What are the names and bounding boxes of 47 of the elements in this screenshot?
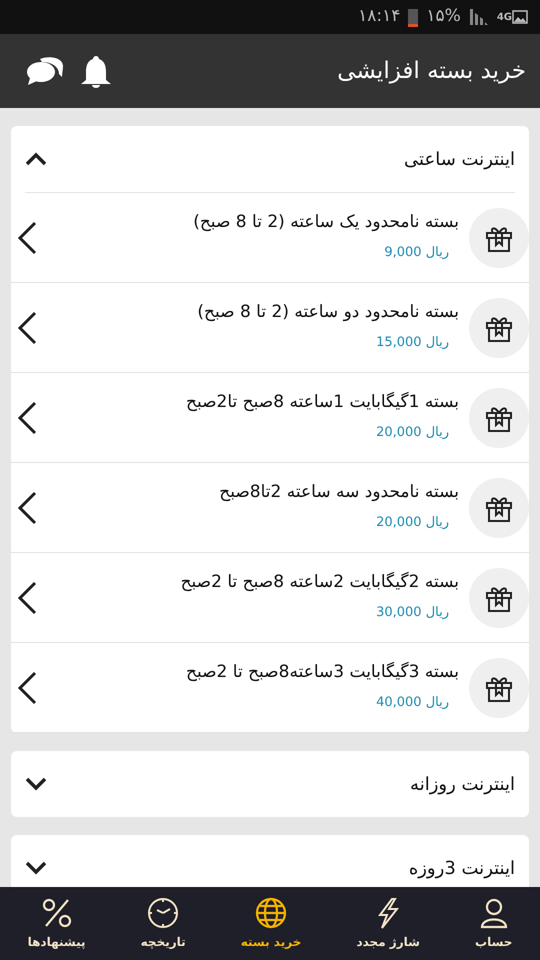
clock-icon [147, 896, 180, 928]
package-row[interactable]: بسته نامحدود سه ساعته 2تا8صبح ریال 20,000 [11, 463, 529, 553]
package-price: ریال 20,000 [376, 424, 449, 442]
package-title: بسته نامحدود دو ساعته (2 تا 8 صبح) [197, 302, 459, 324]
chat-icon[interactable] [26, 55, 64, 87]
globe-icon [255, 896, 288, 928]
package-price: ریال 40,000 [376, 694, 449, 712]
nav-tab[interactable]: خرید بسته [236, 892, 306, 954]
chevron-left-icon [17, 670, 37, 704]
nav-tab[interactable]: شارژ مجدد [352, 892, 424, 954]
battery-percent: ۱۵% [426, 5, 461, 28]
page-title: خرید بسته افزایشی [337, 56, 526, 86]
section-header[interactable]: اینترنت ساعتی [11, 126, 529, 192]
package-title: بسته نامحدود یک ساعته (2 تا 8 صبح) [193, 212, 459, 234]
package-title: بسته 2گیگابایت 2ساعته 8صبح تا 2صبح [180, 572, 459, 594]
section-header[interactable]: اینترنت 3روزه [11, 835, 529, 887]
package-price: ریال 30,000 [376, 604, 449, 622]
chevron-left-icon [17, 220, 37, 254]
chevron-left-icon [17, 310, 37, 344]
battery-icon [408, 8, 418, 26]
chevron-up-icon [25, 152, 47, 166]
bell-icon[interactable] [80, 54, 112, 88]
nav-tab[interactable]: حساب [471, 892, 516, 954]
package-title: بسته 3گیگابایت 3ساعته8صبح تا 2صبح [186, 662, 459, 684]
chevron-left-icon [17, 580, 37, 614]
package-row[interactable]: بسته نامحدود دو ساعته (2 تا 8 صبح) ریال 15,000 [11, 283, 529, 373]
section-header[interactable]: اینترنت روزانه [11, 751, 529, 817]
nav-tab[interactable]: پیشنهادها [24, 892, 90, 954]
package-title: بسته نامحدود سه ساعته 2تا8صبح [219, 482, 459, 504]
image-icon [512, 10, 528, 24]
chevron-down-icon [25, 861, 47, 875]
package-row[interactable]: بسته 1گیگابایت 1ساعته 8صبح تا2صبح ریال 20,000 [11, 373, 529, 463]
package-price: ریال 15,000 [376, 334, 449, 352]
package-row[interactable]: بسته 3گیگابایت 3ساعته8صبح تا 2صبح ریال 40,000 [11, 643, 529, 733]
chevron-down-icon [25, 777, 47, 791]
percent-icon [40, 896, 73, 928]
chevron-left-icon [17, 490, 37, 524]
clock-time: ۱۸:۱۴ [358, 5, 400, 28]
chevron-left-icon [17, 400, 37, 434]
signal-icon [468, 9, 489, 25]
package-price: ریال 9,000 [384, 244, 449, 262]
package-row[interactable]: بسته نامحدود یک ساعته (2 تا 8 صبح) ریال 9,000 [11, 193, 529, 283]
nav-tab[interactable]: تاریخچه [136, 892, 190, 954]
package-title: بسته 1گیگابایت 1ساعته 8صبح تا2صبح [186, 392, 459, 414]
package-price: ریال 20,000 [376, 514, 449, 532]
network-type: 4G [496, 10, 512, 24]
package-row[interactable]: بسته 2گیگابایت 2ساعته 8صبح تا 2صبح ریال 30,000 [11, 553, 529, 643]
